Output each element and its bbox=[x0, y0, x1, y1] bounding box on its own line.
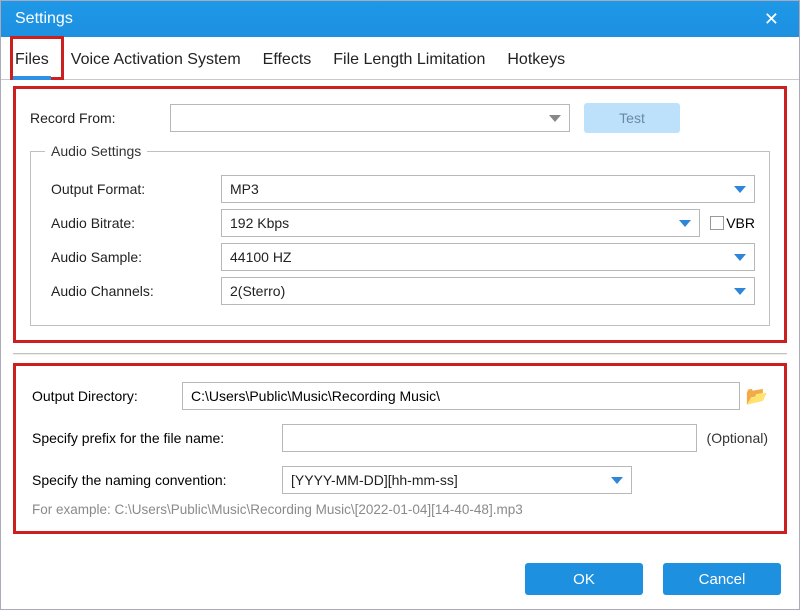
highlight-audio-section: Record From: Test Audio Settings Output … bbox=[13, 86, 787, 343]
prefix-input[interactable] bbox=[282, 424, 697, 452]
record-from-row: Record From: Test bbox=[30, 103, 770, 133]
tab-voice-activation[interactable]: Voice Activation System bbox=[67, 45, 245, 79]
vbr-wrap: VBR bbox=[710, 215, 755, 231]
content-area: Record From: Test Audio Settings Output … bbox=[1, 80, 799, 553]
bottom-bar: OK Cancel bbox=[1, 553, 799, 609]
audio-channels-select[interactable]: 2(Sterro) bbox=[221, 277, 755, 305]
record-from-select[interactable] bbox=[170, 104, 570, 132]
output-directory-input[interactable]: C:\Users\Public\Music\Recording Music\ bbox=[182, 382, 740, 410]
ok-button[interactable]: OK bbox=[525, 563, 643, 595]
tab-files[interactable]: Files bbox=[11, 45, 53, 79]
tab-effects[interactable]: Effects bbox=[259, 45, 316, 79]
audio-bitrate-label: Audio Bitrate: bbox=[51, 215, 221, 231]
cancel-button[interactable]: Cancel bbox=[663, 563, 781, 595]
record-from-label: Record From: bbox=[30, 110, 170, 126]
close-icon[interactable]: ✕ bbox=[758, 9, 785, 30]
audio-bitrate-value: 192 Kbps bbox=[230, 215, 289, 231]
output-directory-value: C:\Users\Public\Music\Recording Music\ bbox=[191, 388, 440, 404]
window-title: Settings bbox=[15, 10, 73, 28]
output-format-label: Output Format: bbox=[51, 181, 221, 197]
titlebar: Settings ✕ bbox=[1, 1, 799, 37]
output-directory-label: Output Directory: bbox=[32, 388, 182, 404]
audio-bitrate-select[interactable]: 192 Kbps bbox=[221, 209, 700, 237]
chevron-down-icon bbox=[734, 288, 746, 295]
chevron-down-icon bbox=[611, 477, 623, 484]
vbr-checkbox[interactable] bbox=[710, 216, 724, 230]
highlight-output-section: Output Directory: C:\Users\Public\Music\… bbox=[13, 363, 787, 534]
output-format-select[interactable]: MP3 bbox=[221, 175, 755, 203]
vbr-label: VBR bbox=[726, 215, 755, 231]
naming-convention-label: Specify the naming convention: bbox=[32, 472, 282, 488]
audio-settings-legend: Audio Settings bbox=[45, 143, 147, 159]
audio-channels-value: 2(Sterro) bbox=[230, 283, 285, 299]
chevron-down-icon bbox=[549, 115, 561, 122]
settings-window: Settings ✕ Files Voice Activation System… bbox=[0, 0, 800, 610]
output-format-value: MP3 bbox=[230, 181, 259, 197]
prefix-label: Specify prefix for the file name: bbox=[32, 430, 282, 446]
folder-icon[interactable]: 📂 bbox=[746, 386, 768, 407]
naming-convention-value: [YYYY-MM-DD][hh-mm-ss] bbox=[291, 472, 458, 488]
chevron-down-icon bbox=[734, 254, 746, 261]
naming-example: For example: C:\Users\Public\Music\Recor… bbox=[32, 502, 768, 517]
naming-convention-select[interactable]: [YYYY-MM-DD][hh-mm-ss] bbox=[282, 466, 632, 494]
optional-label: (Optional) bbox=[707, 430, 768, 446]
audio-sample-select[interactable]: 44100 HZ bbox=[221, 243, 755, 271]
tab-file-length-limitation[interactable]: File Length Limitation bbox=[329, 45, 489, 79]
chevron-down-icon bbox=[679, 220, 691, 227]
audio-sample-value: 44100 HZ bbox=[230, 249, 291, 265]
tab-strip: Files Voice Activation System Effects Fi… bbox=[1, 37, 799, 80]
test-button[interactable]: Test bbox=[584, 103, 680, 133]
divider bbox=[13, 353, 787, 355]
chevron-down-icon bbox=[734, 186, 746, 193]
tab-hotkeys[interactable]: Hotkeys bbox=[503, 45, 569, 79]
audio-sample-label: Audio Sample: bbox=[51, 249, 221, 265]
audio-settings-group: Audio Settings Output Format: MP3 Audio … bbox=[30, 143, 770, 326]
audio-channels-label: Audio Channels: bbox=[51, 283, 221, 299]
